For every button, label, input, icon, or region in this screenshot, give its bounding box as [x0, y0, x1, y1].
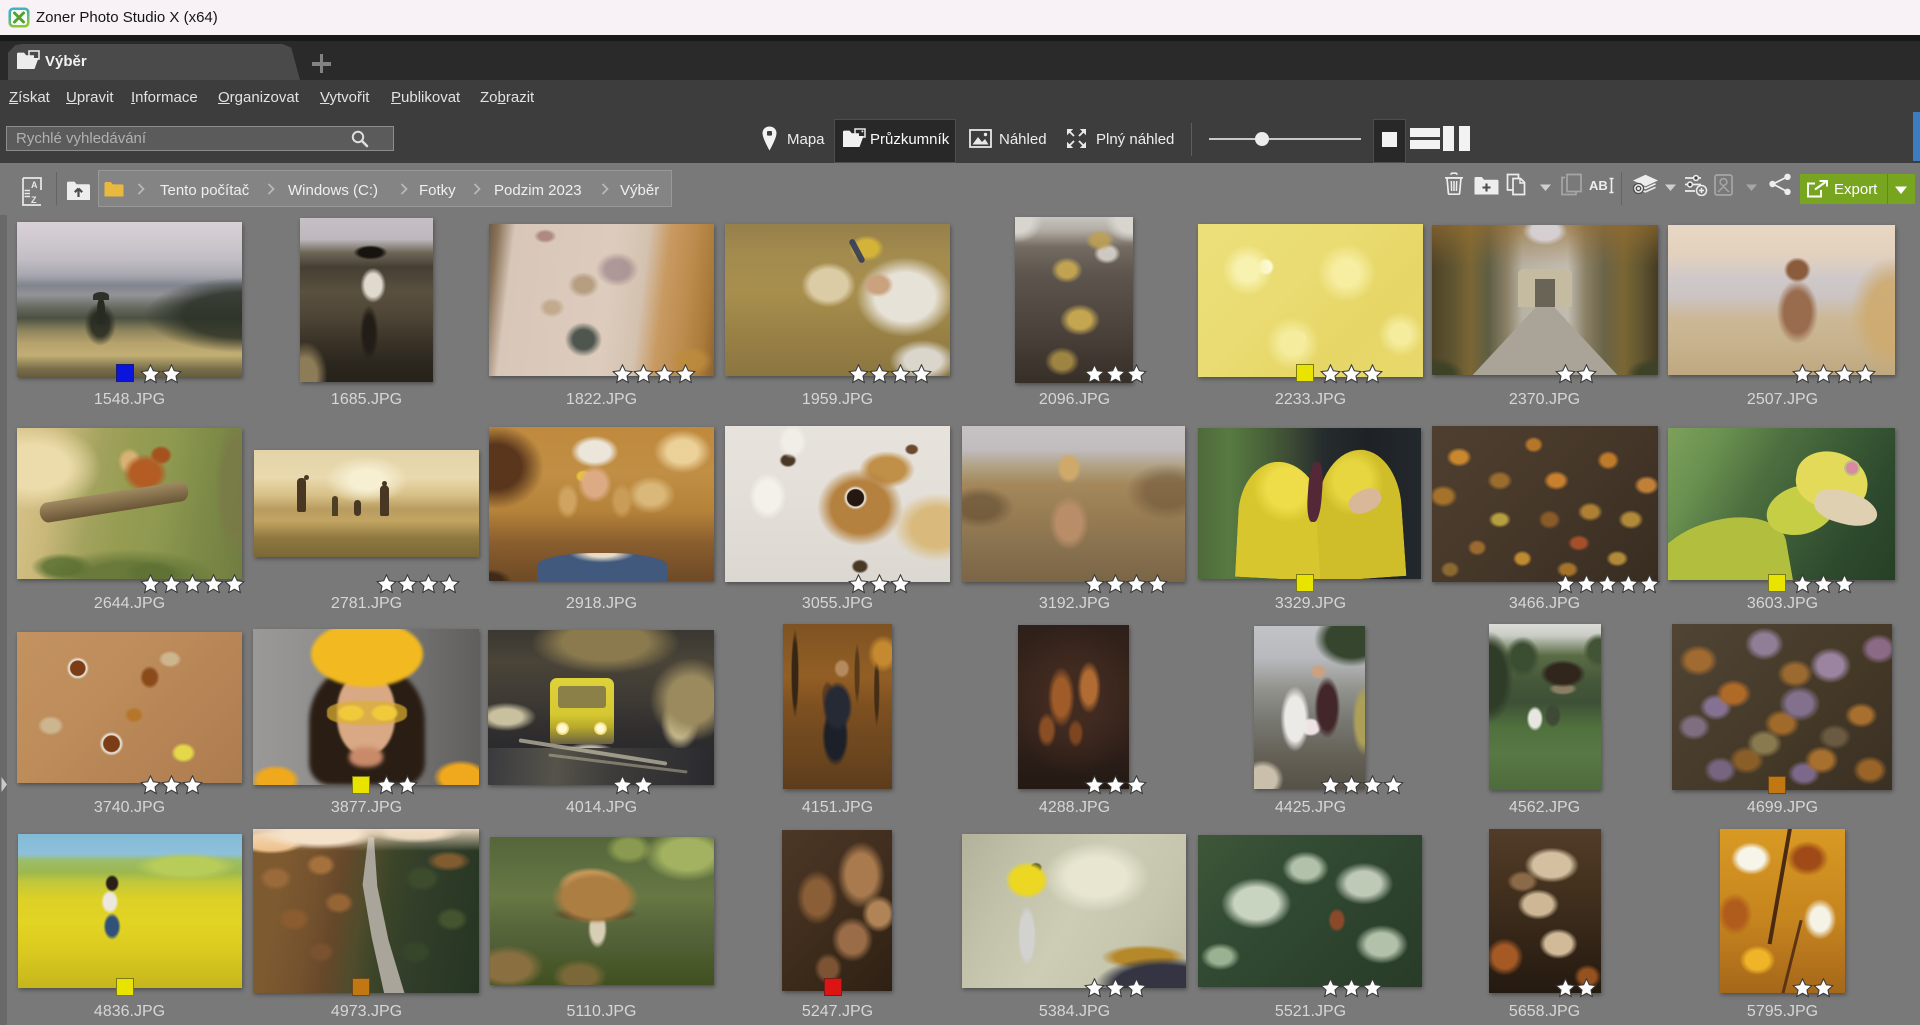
svg-text:Z: Z [31, 195, 37, 205]
svg-text:A: A [31, 180, 38, 190]
svg-text:AB: AB [1589, 178, 1608, 193]
